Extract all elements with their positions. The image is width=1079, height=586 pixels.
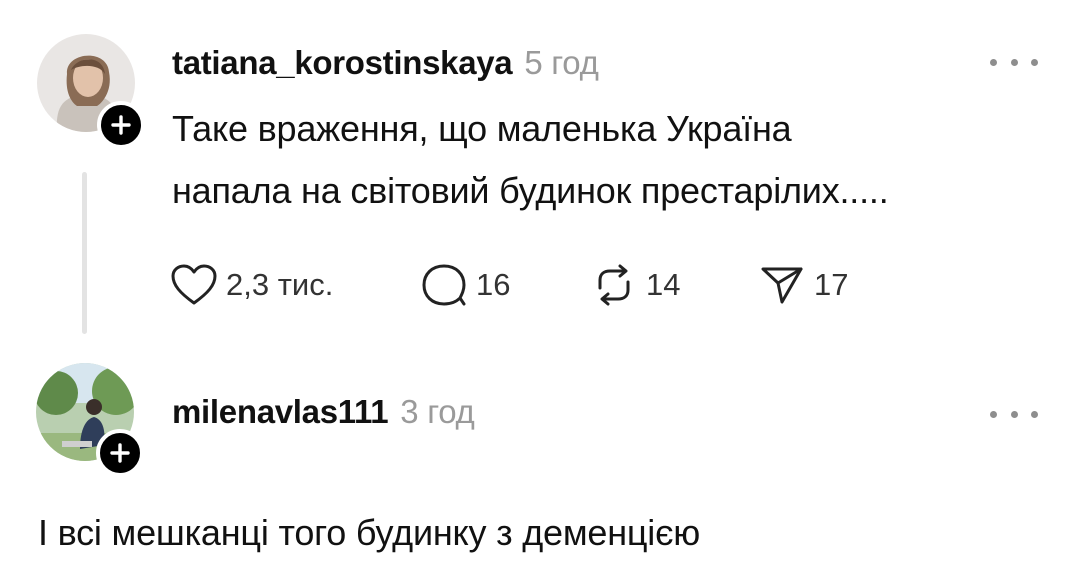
timestamp: 3 год xyxy=(400,393,475,430)
plus-icon xyxy=(111,115,131,135)
more-options-button[interactable] xyxy=(990,407,1038,421)
post-actions: 2,3 тис. 16 14 17 xyxy=(170,262,878,308)
repost-icon xyxy=(598,264,630,306)
reply-button[interactable]: 16 xyxy=(420,262,590,308)
username[interactable]: milenavlas111 xyxy=(172,393,389,430)
post-text-line: І всі мешканці того будинку з деменцією xyxy=(38,512,701,553)
thread-line xyxy=(82,172,87,334)
follow-button[interactable] xyxy=(96,429,144,477)
timestamp: 5 год xyxy=(524,44,599,81)
follow-button[interactable] xyxy=(97,101,145,149)
repost-button[interactable]: 14 xyxy=(590,262,758,308)
share-button[interactable]: 17 xyxy=(758,262,878,308)
more-icon xyxy=(990,410,997,418)
post-header: tatiana_korostinskaya 5 год xyxy=(172,44,599,82)
like-count: 2,3 тис. xyxy=(226,267,334,302)
heart-icon xyxy=(171,264,217,305)
post-text: Таке враження, що маленька Україна напал… xyxy=(172,98,889,222)
like-button[interactable]: 2,3 тис. xyxy=(170,263,420,307)
plus-icon xyxy=(110,443,130,463)
post-text-line: напала на світовий будинок престарілих..… xyxy=(172,170,889,211)
post-2: milenavlas111 3 год І всі мешканці того б… xyxy=(0,350,1079,586)
more-icon xyxy=(990,58,997,66)
post-text: І всі мешканці того будинку з деменцією xyxy=(38,502,700,564)
repost-count: 14 xyxy=(646,267,681,302)
username[interactable]: tatiana_korostinskaya xyxy=(172,44,513,81)
share-count: 17 xyxy=(814,267,849,302)
comment-icon xyxy=(422,264,466,306)
more-options-button[interactable] xyxy=(990,55,1038,69)
post-text-line: Таке враження, що маленька Україна xyxy=(172,108,792,149)
share-icon xyxy=(761,267,803,304)
post-header: milenavlas111 3 год xyxy=(172,393,475,431)
post-1: tatiana_korostinskaya 5 год Таке враження… xyxy=(0,0,1079,350)
reply-count: 16 xyxy=(476,267,511,302)
